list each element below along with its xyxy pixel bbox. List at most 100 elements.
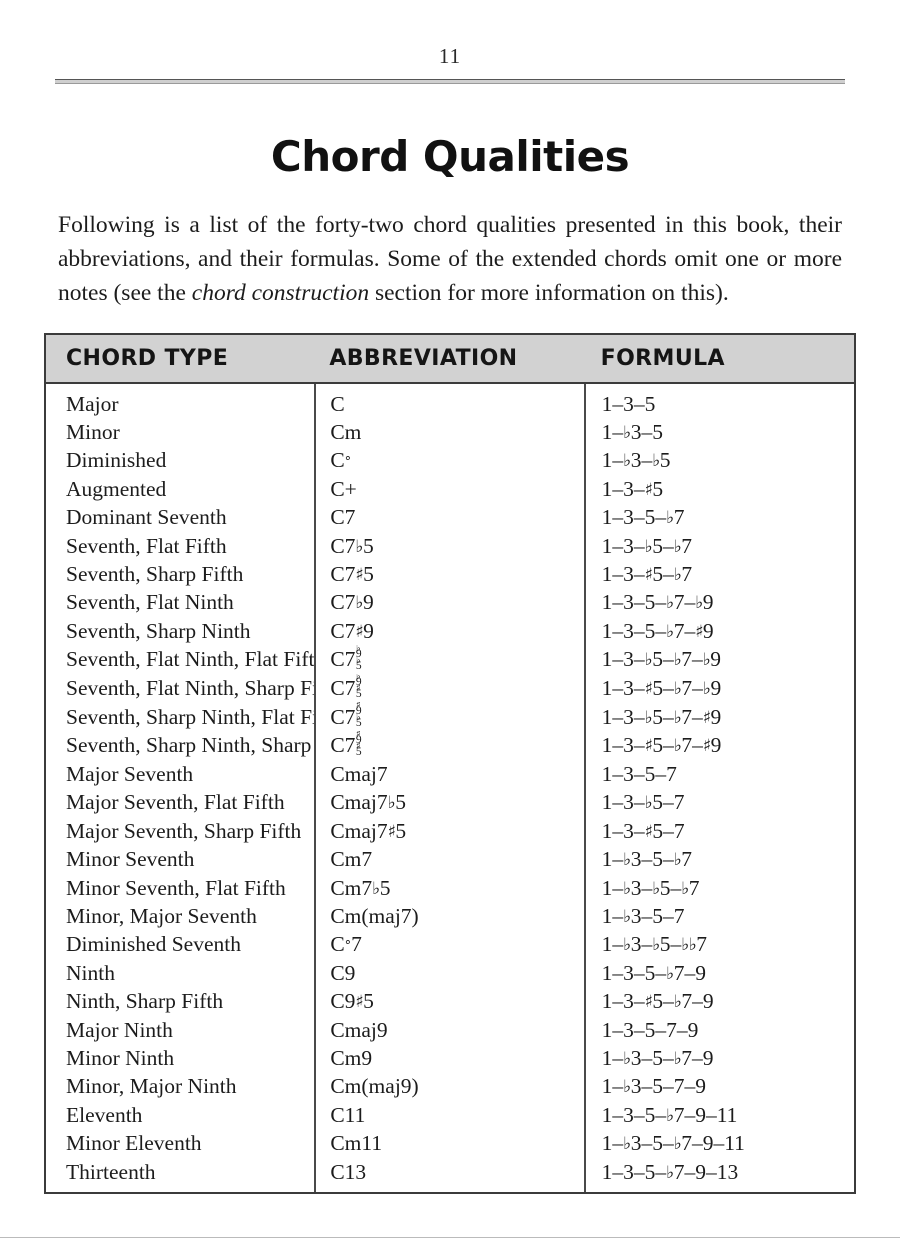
table-row: Eleventh C11 1–3–5–♭7–9–11 [46, 1100, 854, 1130]
cell-formula: 1–3–♯5 [583, 474, 854, 504]
cell-formula: 1–♭3–5–♭7–9–11 [583, 1129, 854, 1158]
cell-chord-type: Minor, Major Ninth [66, 1074, 237, 1099]
cell-abbreviation: C7♯9 [314, 616, 585, 646]
table-row: Seventh, Flat Fifth C7♭5 1–3–♭5–♭7 [46, 531, 854, 560]
column-header-chord-type: CHORD TYPE [46, 334, 316, 384]
cell-abbreviation: Cmaj7♯5 [314, 816, 585, 846]
intro-text-part2: section for more information on this). [369, 279, 729, 306]
cell-abbreviation: C9 [314, 958, 585, 988]
cell-chord-type: Seventh, Flat Ninth, Sharp Fifth [66, 676, 316, 701]
page-number: 11 [438, 44, 462, 68]
table-row: Minor, Major Seventh Cm(maj7) 1–♭3–5–7 [46, 901, 854, 931]
chord-qualities-table-container: CHORD TYPE ABBREVIATION FORMULA Major C 1–… [44, 332, 856, 1194]
table-row: Major Seventh, Sharp Fifth Cmaj7♯5 1–3–♯5–… [46, 816, 854, 846]
table-row: Diminished Seventh C°7 1–♭3–♭5–♭♭7 [46, 930, 854, 959]
cell-formula: 1–3–5 [583, 382, 854, 418]
cell-formula: 1–3–♭5–7 [583, 788, 854, 817]
table-row: Major Seventh, Flat Fifth Cmaj7♭5 1–3–♭5–7 [46, 788, 854, 817]
table-row: Thirteenth C13 1–3–5–♭7–9–13 [46, 1157, 854, 1192]
intro-paragraph: Following is a list of the forty-two cho… [58, 209, 842, 310]
column-header-abbreviation: ABBREVIATION [315, 334, 585, 384]
table-header-row: CHORD TYPE ABBREVIATION FORMULA [46, 334, 854, 384]
cell-chord-type: Dominant Seventh [66, 505, 227, 530]
cell-abbreviation: Cmaj7 [314, 759, 585, 789]
cell-abbreviation: C+ [314, 474, 585, 504]
cell-abbreviation: C°7 [314, 930, 585, 959]
cell-abbreviation: Cm [314, 417, 585, 447]
cell-chord-type: Minor Ninth [66, 1045, 175, 1070]
cell-abbreviation: C [314, 382, 585, 418]
table-row: Minor Eleventh Cm11 1–♭3–5–♭7–9–11 [46, 1129, 854, 1158]
cell-chord-type: Minor Seventh [66, 847, 195, 872]
table-row: Seventh, Flat Ninth, Flat Fifth C7 ♭ 9 ♭ 5 1–3… [46, 645, 854, 674]
cell-formula: 1–3–♯5–♭7–♯9 [583, 731, 854, 760]
cell-abbreviation: C11 [314, 1100, 585, 1130]
table-row: Seventh, Flat Ninth C7♭9 1–3–5–♭7–♭9 [46, 588, 854, 617]
chord-qualities-table: CHORD TYPE ABBREVIATION FORMULA Major C 1–… [46, 334, 854, 1192]
page-title: Chord Qualities [270, 132, 630, 181]
cell-formula: 1–3–5–♭7 [583, 503, 854, 532]
cell-chord-type: Ninth, Sharp Fifth [66, 989, 224, 1014]
intro-italic-phrase: chord construction [191, 279, 370, 306]
cell-abbreviation: Cm7♭5 [314, 873, 585, 902]
cell-chord-type: Ninth [66, 960, 115, 985]
cell-chord-type: Seventh, Flat Fifth [66, 533, 227, 558]
cell-formula: 1–3–♭5–♭7–♯9 [583, 702, 854, 732]
cell-chord-type: Diminished [66, 448, 167, 473]
cell-abbreviation: C° [314, 446, 585, 475]
table-row: Seventh, Sharp Ninth, Flat Fifth C7 ♯ 9 ♭ 5 1–… [46, 702, 854, 732]
cell-formula: 1–3–5–♭7–9–11 [583, 1100, 854, 1130]
cell-formula: 1–3–5–♭7–♯9 [583, 616, 854, 646]
cell-abbreviation: C13 [314, 1157, 585, 1192]
cell-formula: 1–3–5–♭7–9 [583, 958, 854, 988]
cell-chord-type: Seventh, Sharp Fifth [66, 562, 244, 587]
cell-abbreviation: Cm9 [314, 1043, 585, 1073]
cell-abbreviation: C7 [314, 503, 585, 532]
table-row: Minor Cm 1–♭3–5 [46, 417, 854, 447]
cell-abbreviation: Cmaj9 [314, 1015, 585, 1044]
cell-chord-type: Augmented [66, 476, 167, 501]
cell-formula: 1–3–5–♭7–9–13 [583, 1157, 854, 1192]
table-body: Major C 1–3–5 Minor Cm 1–♭3–5 Diminished C° 1–♭3… [46, 382, 854, 1192]
cell-chord-type: Diminished Seventh [66, 932, 241, 957]
table-row: Minor Seventh Cm7 1–♭3–5–♭7 [46, 845, 854, 874]
cell-abbreviation: Cm(maj7) [314, 901, 585, 931]
cell-formula: 1–3–♯5–7 [583, 816, 854, 846]
cell-abbreviation: C7♭9 [314, 588, 585, 617]
cell-chord-type: Seventh, Sharp Ninth [66, 618, 251, 643]
cell-chord-type: Seventh, Flat Ninth, Flat Fifth [66, 647, 316, 672]
table-row: Seventh, Flat Ninth, Sharp Fifth C7 ♭ 9 ♯ 5 1–… [46, 673, 854, 703]
cell-abbreviation: Cmaj7♭5 [314, 788, 585, 817]
cell-chord-type: Minor, Major Seventh [66, 903, 257, 928]
table-row: Minor Seventh, Flat Fifth Cm7♭5 1–♭3–♭5–♭7 [46, 873, 854, 902]
cell-chord-type: Major [66, 391, 119, 416]
cell-formula: 1–3–♯5–♭7 [583, 559, 854, 589]
cell-abbreviation: C9♯5 [314, 987, 585, 1016]
cell-abbreviation: Cm11 [314, 1129, 585, 1158]
table-row: Major Seventh Cmaj7 1–3–5–7 [46, 759, 854, 789]
cell-abbreviation: C7♭5 [314, 531, 585, 560]
cell-abbreviation: Cm7 [314, 845, 585, 874]
cell-chord-type: Major Seventh [66, 761, 194, 786]
cell-formula: 1–3–♭5–♭7 [583, 531, 854, 560]
cell-formula: 1–♭3–♭5–♭♭7 [583, 930, 854, 959]
cell-abbreviation: C7♯5 [314, 559, 585, 589]
column-header-formula: FORMULA [584, 334, 854, 384]
cell-abbreviation: C7 ♯ 9 ♭ 5 [314, 702, 585, 732]
cell-abbreviation: Cm(maj9) [314, 1072, 585, 1101]
header-divider [55, 79, 845, 84]
cell-chord-type: Minor [66, 420, 120, 445]
cell-formula: 1–♭3–5–7 [583, 901, 854, 931]
cell-formula: 1–♭3–♭5–♭7 [583, 873, 854, 902]
cell-chord-type: Major Seventh, Flat Fifth [66, 790, 285, 815]
table-row: Ninth C9 1–3–5–♭7–9 [46, 958, 854, 988]
cell-formula: 1–3–5–♭7–♭9 [583, 588, 854, 617]
table-row: Seventh, Sharp Ninth C7♯9 1–3–5–♭7–♯9 [46, 616, 854, 646]
cell-chord-type: Seventh, Sharp Ninth, Flat Fifth [66, 704, 316, 729]
document-page: 11 Chord Qualities Following is a list o… [0, 0, 900, 1238]
cell-formula: 1–♭3–5 [583, 417, 854, 447]
cell-formula: 1–♭3–♭5 [583, 446, 854, 475]
cell-chord-type: Seventh, Sharp Ninth, Sharp Fifth [66, 733, 315, 758]
table-row: Seventh, Sharp Ninth, Sharp FifthC7♯9♯51… [46, 731, 854, 760]
cell-abbreviation: C7 ♯ 9 ♯ 5 [314, 731, 585, 760]
